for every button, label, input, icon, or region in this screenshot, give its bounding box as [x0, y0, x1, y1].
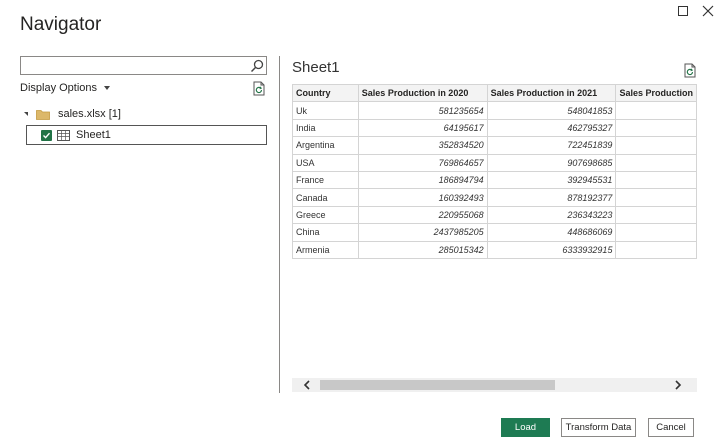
preview-table-container: Country Sales Production in 2020 Sales P… [292, 84, 697, 374]
table-cell [615, 153, 697, 172]
search-input[interactable] [21, 57, 245, 74]
table-cell [615, 205, 697, 225]
table-row: India 64195617 462795327 [292, 118, 697, 138]
refresh-icon[interactable] [252, 81, 266, 96]
scrollbar-thumb[interactable] [320, 380, 555, 390]
refresh-icon[interactable] [683, 63, 697, 78]
table-cell [615, 118, 697, 138]
display-options-label: Display Options [20, 82, 98, 94]
cancel-button[interactable]: Cancel [648, 418, 694, 437]
table-row: France 186894794 392945531 [292, 170, 697, 190]
table-cell [615, 170, 697, 190]
table-cell: 64195617 [357, 118, 488, 138]
table-header-row: Country Sales Production in 2020 Sales P… [292, 84, 697, 103]
table-cell: Uk [292, 101, 359, 120]
table-cell: 285015342 [357, 240, 488, 259]
close-icon [702, 5, 714, 17]
scroll-left-button[interactable] [298, 378, 316, 392]
table-cell: 2437985205 [357, 223, 488, 242]
table-cell [615, 136, 697, 155]
table-cell: India [292, 118, 359, 138]
table-cell: Argentina [292, 136, 359, 155]
table-cell [615, 223, 697, 242]
tree-item-sheet1[interactable]: Sheet1 [26, 125, 267, 145]
expand-arrow-icon[interactable] [24, 112, 28, 116]
table-cell: 769864657 [357, 153, 488, 172]
table-cell: China [292, 223, 359, 242]
display-options-dropdown[interactable]: Display Options [20, 82, 111, 94]
table-row: Argentina 352834520 722451839 [292, 136, 697, 155]
table-cell: 186894794 [357, 170, 488, 190]
table-row: USA 769864657 907698685 [292, 153, 697, 172]
table-cell: Greece [292, 205, 359, 225]
table-row: Armenia 285015342 6333932915 [292, 240, 697, 259]
table-cell: 581235654 [357, 101, 488, 120]
table-cell: 236343223 [486, 205, 617, 225]
table-row: Canada 160392493 878192377 [292, 188, 697, 207]
folder-icon [36, 109, 50, 120]
tree-file-label: sales.xlsx [1] [58, 108, 121, 120]
load-button[interactable]: Load [501, 418, 550, 437]
chevron-left-icon [303, 380, 310, 390]
table-row: Uk 581235654 548041853 [292, 101, 697, 120]
column-header: Country [292, 84, 359, 103]
table-cell: 6333932915 [486, 240, 617, 259]
column-header: Sales Production in 2021 [486, 84, 617, 103]
table-cell: 448686069 [486, 223, 617, 242]
horizontal-scrollbar[interactable] [292, 378, 697, 392]
preview-title: Sheet1 [292, 59, 340, 76]
table-cell [615, 101, 697, 120]
table-cell: 878192377 [486, 188, 617, 207]
tree-item-file[interactable]: sales.xlsx [1] [24, 107, 121, 121]
preview-table: Country Sales Production in 2020 Sales P… [292, 84, 697, 259]
close-button[interactable] [699, 2, 717, 20]
table-cell: 220955068 [357, 205, 488, 225]
column-header: Sales Production [615, 84, 697, 103]
search-icon[interactable] [249, 58, 265, 74]
transform-data-button[interactable]: Transform Data [561, 418, 636, 437]
sheet-icon [57, 129, 70, 141]
maximize-button[interactable] [674, 2, 692, 20]
pane-divider[interactable] [279, 56, 280, 393]
table-cell: France [292, 170, 359, 190]
table-cell: 462795327 [486, 118, 617, 138]
table-cell: 352834520 [357, 136, 488, 155]
chevron-right-icon [675, 380, 682, 390]
table-cell: 548041853 [486, 101, 617, 120]
tree-sheet-label: Sheet1 [76, 129, 111, 141]
caret-down-icon [104, 86, 111, 90]
table-row: China 2437985205 448686069 [292, 223, 697, 242]
table-cell: USA [292, 153, 359, 172]
table-cell: Armenia [292, 240, 359, 259]
maximize-icon [678, 6, 688, 16]
search-box [20, 56, 267, 75]
checkbox-checked-icon[interactable] [41, 129, 52, 141]
table-row: Greece 220955068 236343223 [292, 205, 697, 225]
table-cell [615, 188, 697, 207]
table-cell: 722451839 [486, 136, 617, 155]
table-cell: 160392493 [357, 188, 488, 207]
table-cell: 907698685 [486, 153, 617, 172]
column-header: Sales Production in 2020 [357, 84, 488, 103]
page-title: Navigator [20, 14, 102, 35]
table-cell: Canada [292, 188, 359, 207]
scroll-right-button[interactable] [669, 378, 687, 392]
table-cell: 392945531 [486, 170, 617, 190]
table-cell [615, 240, 697, 259]
